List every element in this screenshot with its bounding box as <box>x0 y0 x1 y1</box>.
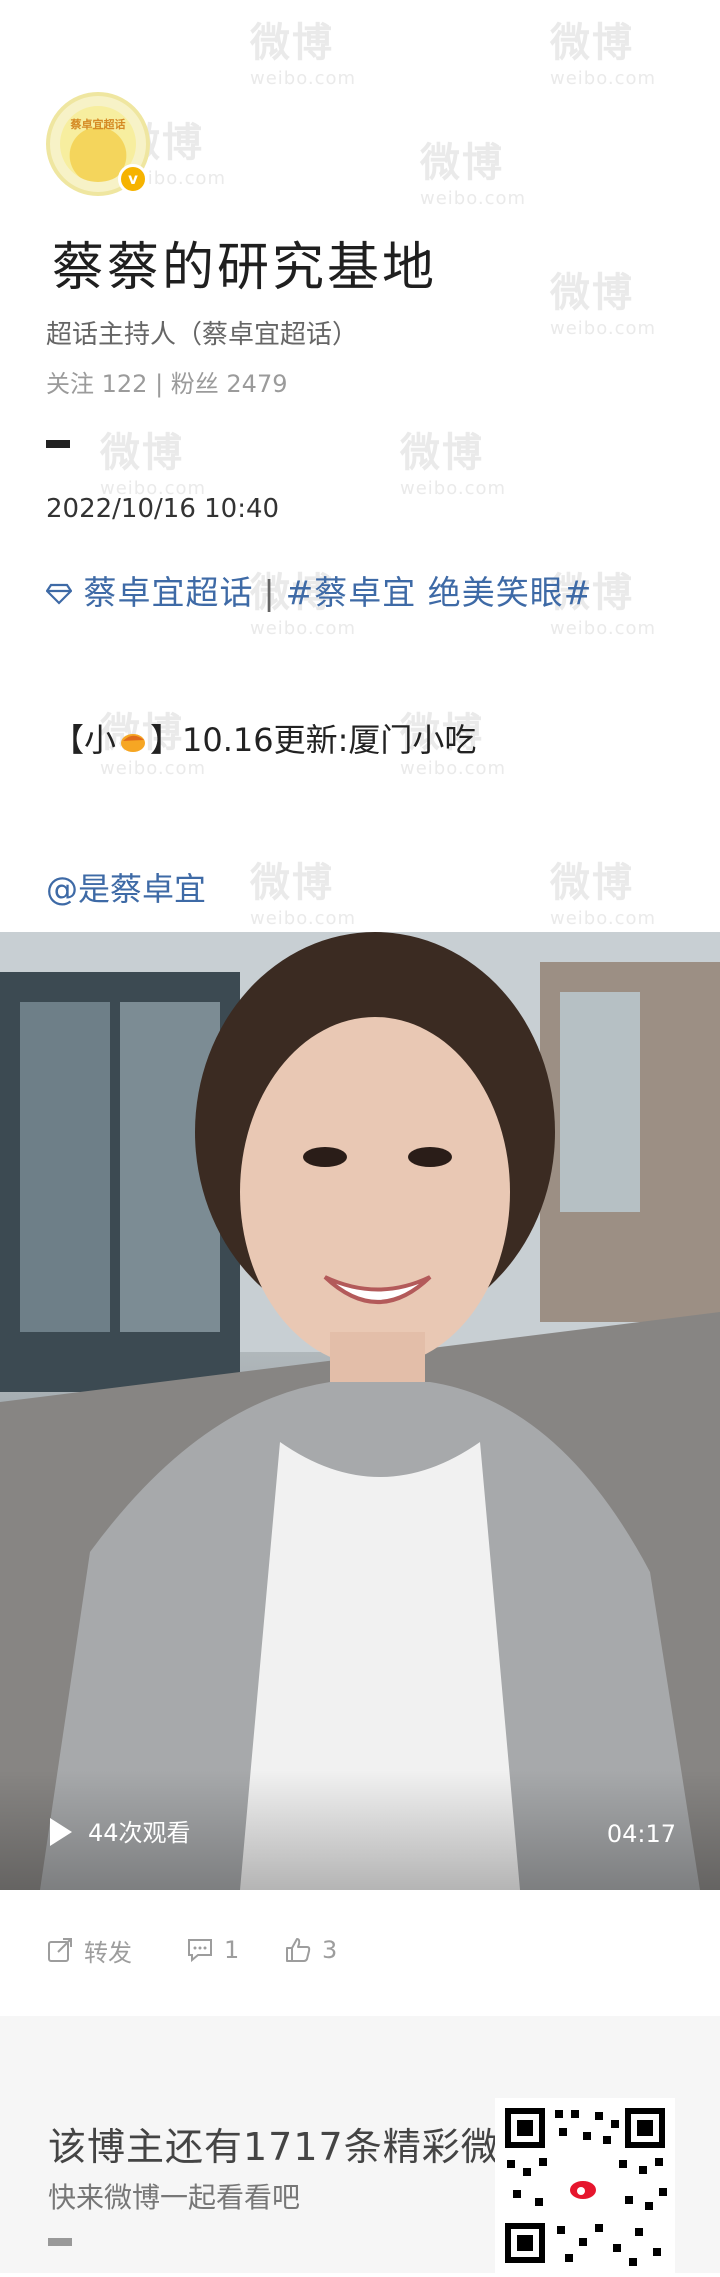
thumbs-up-icon <box>286 1938 311 1962</box>
footer-promo[interactable]: 该博主还有1717条精彩微博 快来微博一起看看吧 <box>0 2016 720 2273</box>
watermark: 微博 weibo.com <box>400 430 507 499</box>
diamond-icon <box>45 583 73 605</box>
divider <box>48 2238 72 2246</box>
divider <box>46 440 70 448</box>
watermark: 微博 weibo.com <box>100 430 207 499</box>
avatar[interactable]: 蔡卓宜超话 v <box>46 92 150 196</box>
like-count: 3 <box>322 1936 338 1964</box>
watermark: 微博 weibo.com <box>550 270 657 339</box>
super-topic-link[interactable]: 蔡卓宜超话 <box>84 573 254 612</box>
post-text: 【小 】10.16更新:厦门小吃 <box>52 715 476 761</box>
comment-count: 1 <box>224 1936 240 1964</box>
emoji-icon <box>121 734 146 752</box>
avatar-label: 蔡卓宜超话 <box>70 119 126 131</box>
repost-button[interactable]: 转发 <box>46 1930 132 1970</box>
post-text-suffix: 】10.16更新:厦门小吃 <box>150 721 477 759</box>
profile-stats: 关注 122 | 粉丝 2479 <box>46 370 288 398</box>
comment-button[interactable]: 1 <box>186 1930 239 1970</box>
action-bar: 转发 1 3 <box>0 1930 720 1980</box>
video-thumbnail <box>0 932 720 1890</box>
repost-label: 转发 <box>84 1938 132 1967</box>
qr-code-image <box>505 2108 667 2266</box>
watermark: 微博 weibo.com <box>550 20 657 89</box>
mention-link[interactable]: @是蔡卓宜 <box>46 864 206 910</box>
like-button[interactable]: 3 <box>284 1930 337 1970</box>
profile-name[interactable]: 蔡蔡的研究基地 <box>52 225 437 300</box>
watermark: 微博 weibo.com <box>550 860 657 929</box>
video-player[interactable]: 44次观看 04:17 <box>0 932 720 1890</box>
profile-role: 超话主持人（蔡卓宜超话） <box>46 320 359 350</box>
post-date: 2022/10/16 10:40 <box>46 494 280 524</box>
watermark: 微博 weibo.com <box>250 20 357 89</box>
footer-title: 该博主还有1717条精彩微博 <box>48 2125 539 2169</box>
qr-code[interactable] <box>495 2098 675 2273</box>
watermark: 微博 weibo.com <box>420 140 527 209</box>
separator: | <box>263 573 276 612</box>
play-icon[interactable] <box>50 1818 72 1846</box>
watermark: 微博 weibo.com <box>250 860 357 929</box>
view-count: 44次观看 <box>88 1819 191 1847</box>
verified-badge-icon: v <box>118 164 148 194</box>
post-text-prefix: 【小 <box>52 721 117 759</box>
video-controls: 44次观看 04:17 <box>0 1770 720 1890</box>
share-icon <box>48 1938 72 1962</box>
hashtag-link[interactable]: #蔡卓宜 绝美笑眼# <box>286 573 593 612</box>
topic-links: 蔡卓宜超话 | #蔡卓宜 绝美笑眼# <box>45 566 593 614</box>
video-duration: 04:17 <box>606 1820 676 1848</box>
comment-icon <box>188 1939 212 1963</box>
footer-subtitle: 快来微博一起看看吧 <box>48 2181 301 2214</box>
